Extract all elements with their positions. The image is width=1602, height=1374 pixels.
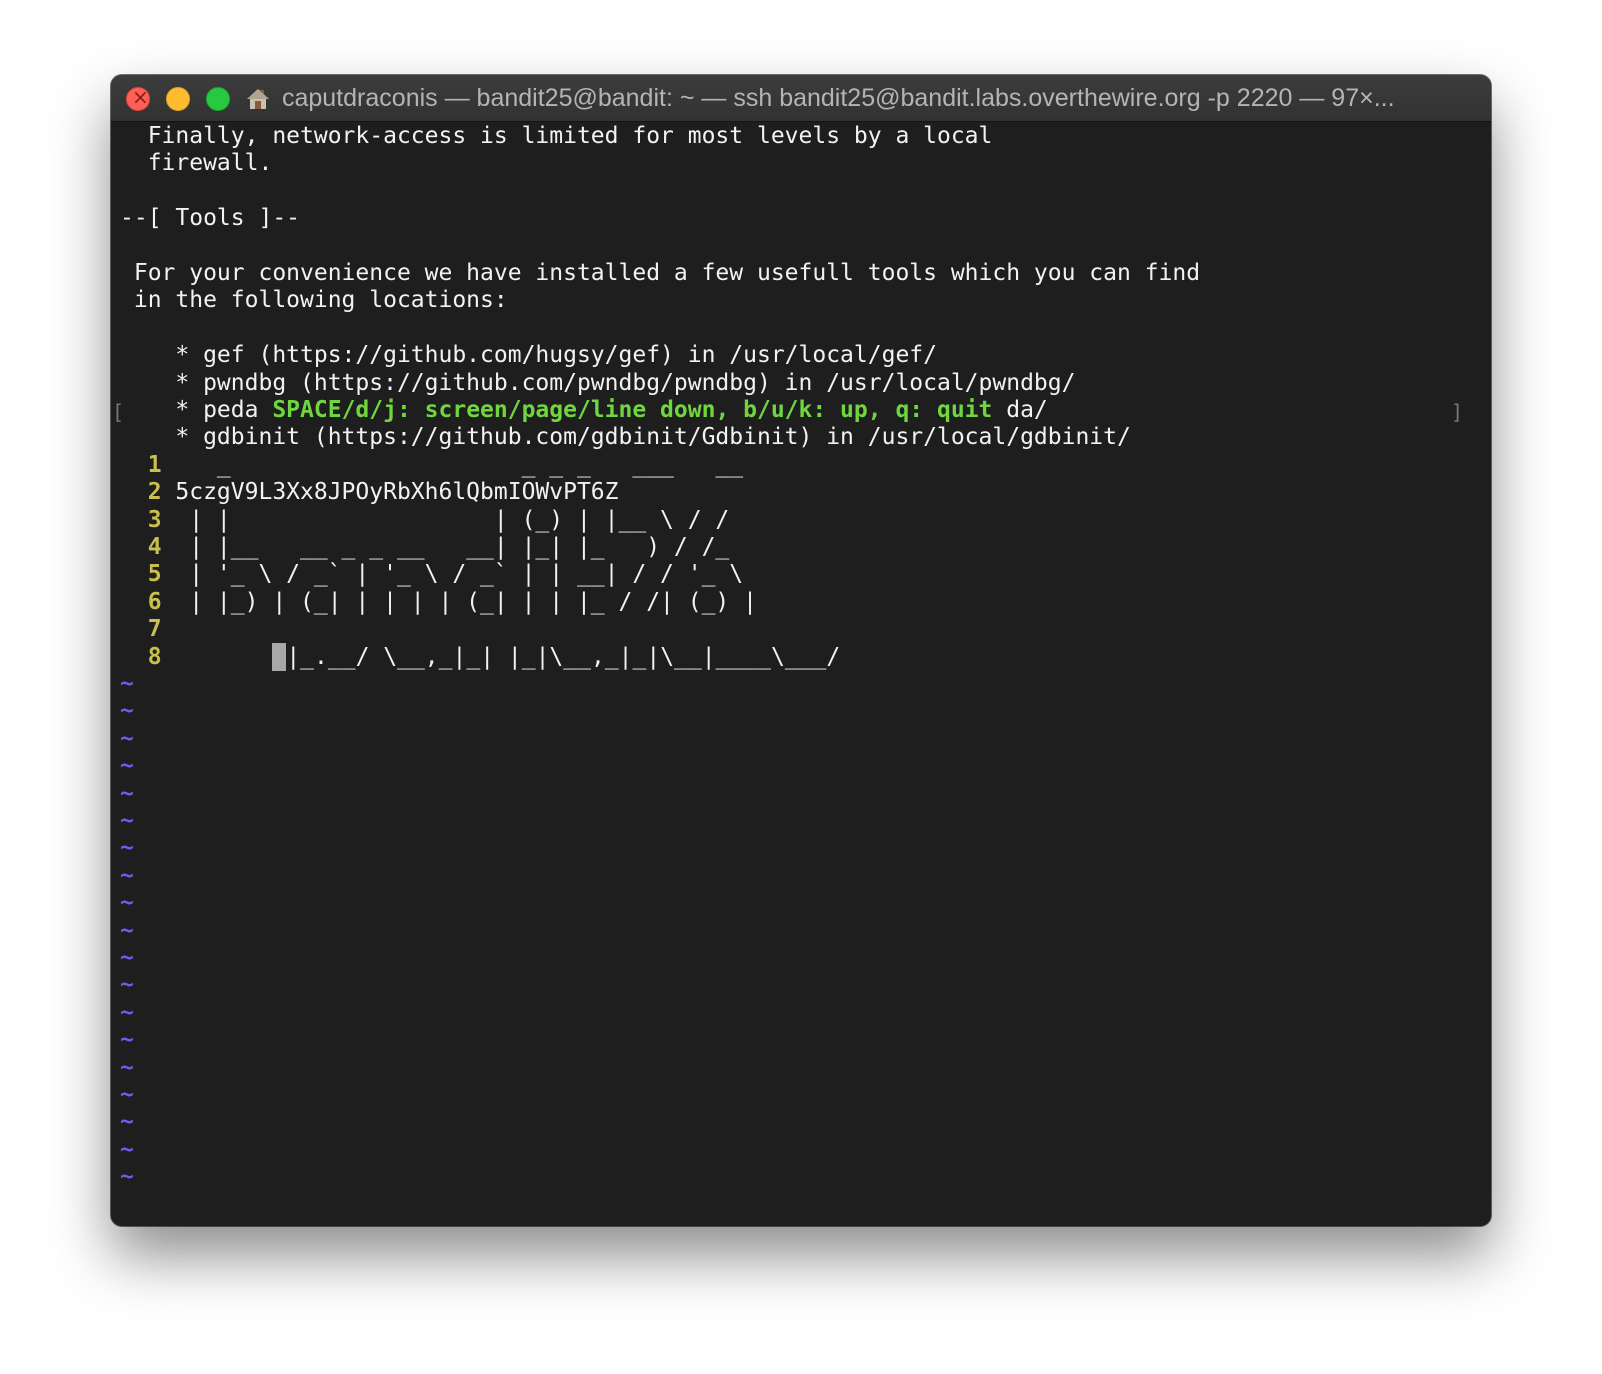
close-button[interactable] — [126, 85, 150, 111]
tilde-marker: ~ — [120, 972, 134, 999]
line-text: |_.__/ \__,_|_| |_|\__,_|_|\__|____\___/ — [286, 643, 841, 670]
pager-hint: SPACE/d/j: screen/page/line down, b/u/k:… — [272, 397, 993, 423]
empty-buffer-tilde: ~ — [120, 1081, 134, 1109]
tilde-marker: ~ — [120, 890, 134, 917]
empty-buffer-tilde: ~ — [120, 999, 134, 1027]
title-bar[interactable]: caputdraconis — bandit25@bandit: ~ — ssh… — [111, 75, 1491, 122]
vi-line: 6 | |_) | (_| | | | | (_| | | |_ / /| (_… — [120, 588, 757, 616]
terminal-line: * gef (https://github.com/hugsy/gef) in … — [120, 342, 937, 369]
tilde-marker: ~ — [120, 725, 134, 752]
tilde-marker: ~ — [120, 917, 134, 944]
peda-line: * peda SPACE/d/j: screen/page/line down,… — [120, 396, 1048, 424]
terminal-content[interactable]: [ ] Finally, network-access is limited f… — [111, 122, 1491, 1226]
window-title: caputdraconis — bandit25@bandit: ~ — ssh… — [282, 84, 1395, 112]
tilde-marker: ~ — [120, 862, 134, 889]
line-number: 6 — [120, 588, 176, 615]
tilde-marker: ~ — [120, 1109, 134, 1136]
line-number: 5 — [120, 561, 176, 588]
vi-line: 8 |_.__/ \__,_|_| |_|\__,_|_|\__|____\__… — [120, 642, 841, 671]
empty-buffer-tilde: ~ — [120, 862, 134, 890]
line-text: | | | (_) | |__ \ / / — [175, 506, 730, 533]
vi-line: 5 | '_ \ / _` | '_ \ / _` | | __| / / '_… — [120, 560, 743, 588]
peda-suffix: da/ — [992, 397, 1048, 423]
empty-buffer-tilde: ~ — [120, 834, 134, 862]
minimize-button[interactable] — [166, 87, 190, 111]
vi-line: 7 — [120, 615, 175, 643]
empty-buffer-tilde: ~ — [120, 1054, 134, 1082]
empty-buffer-tilde: ~ — [120, 889, 134, 917]
empty-buffer-tilde: ~ — [120, 1163, 134, 1191]
tilde-marker: ~ — [120, 1082, 134, 1108]
empty-buffer-tilde: ~ — [120, 697, 134, 725]
tilde-marker: ~ — [120, 753, 134, 780]
zoom-button[interactable] — [206, 87, 230, 111]
tilde-marker: ~ — [120, 1136, 134, 1163]
tilde-marker: ~ — [120, 945, 134, 971]
line-number: 7 — [120, 616, 176, 643]
empty-buffer-tilde: ~ — [120, 944, 134, 972]
terminal-line: firewall. — [120, 150, 273, 177]
home-icon — [247, 89, 269, 109]
line-number: 2 — [120, 479, 176, 506]
vi-line: 2 5czgV9L3Xx8JPOyRbXh6lQbmIOWvPT6Z — [120, 478, 619, 506]
vi-line: 1 _ _ _ _ ___ __ — [120, 451, 743, 479]
vi-line: 3 | | | (_) | |__ \ / / — [120, 506, 730, 534]
line-text: | |__ __ _ _ __ __| |_| |_ ) / /_ — [175, 534, 730, 560]
empty-buffer-tilde: ~ — [120, 780, 134, 808]
line-number: 1 — [120, 451, 176, 478]
gdbinit-line: * gdbinit (https://github.com/gdbinit/Gd… — [120, 424, 1131, 451]
empty-buffer-tilde: ~ — [120, 1026, 134, 1054]
terminal-window: caputdraconis — bandit25@bandit: ~ — ssh… — [111, 75, 1491, 1226]
right-bracket: ] — [1451, 400, 1464, 424]
tilde-marker: ~ — [120, 698, 134, 725]
line-text: 5czgV9L3Xx8JPOyRbXh6lQbmIOWvPT6Z — [175, 479, 619, 506]
terminal-line: --[ Tools ]-- — [120, 205, 301, 232]
tilde-marker: ~ — [120, 780, 134, 807]
line-text: | '_ \ / _` | '_ \ / _` | | __| / / '_ \ — [175, 561, 744, 588]
tilde-marker: ~ — [120, 808, 134, 834]
empty-buffer-tilde: ~ — [120, 752, 134, 780]
line-number: 8 — [120, 643, 176, 670]
empty-buffer-tilde: ~ — [120, 807, 134, 835]
empty-buffer-tilde: ~ — [120, 1136, 134, 1164]
line-number: 3 — [120, 506, 176, 533]
empty-buffer-tilde: ~ — [120, 725, 134, 753]
tilde-marker: ~ — [120, 1027, 134, 1054]
empty-buffer-tilde: ~ — [120, 1108, 134, 1136]
tilde-marker: ~ — [120, 671, 134, 697]
tilde-marker: ~ — [120, 1054, 134, 1081]
vi-line: 4 | |__ __ _ _ __ __| |_| |_ ) / /_ — [120, 533, 730, 561]
tilde-marker: ~ — [120, 1164, 134, 1191]
text-cursor — [272, 642, 287, 671]
line-text: _ _ _ _ ___ __ — [175, 451, 744, 478]
terminal-line: * pwndbg (https://github.com/pwndbg/pwnd… — [120, 369, 1076, 396]
line-number: 4 — [120, 534, 176, 560]
terminal-line: in the following locations: — [120, 287, 508, 314]
peda-prefix: * peda — [120, 397, 273, 423]
terminal-line: For your convenience we have installed a… — [120, 260, 1201, 286]
tilde-marker: ~ — [120, 999, 134, 1026]
empty-buffer-tilde: ~ — [120, 917, 134, 945]
tilde-marker: ~ — [120, 835, 134, 862]
line-text: | |_) | (_| | | | | (_| | | |_ / /| (_) … — [175, 588, 757, 615]
terminal-line: Finally, network-access is limited for m… — [120, 123, 993, 149]
empty-buffer-tilde: ~ — [120, 971, 134, 999]
empty-buffer-tilde: ~ — [120, 670, 134, 698]
